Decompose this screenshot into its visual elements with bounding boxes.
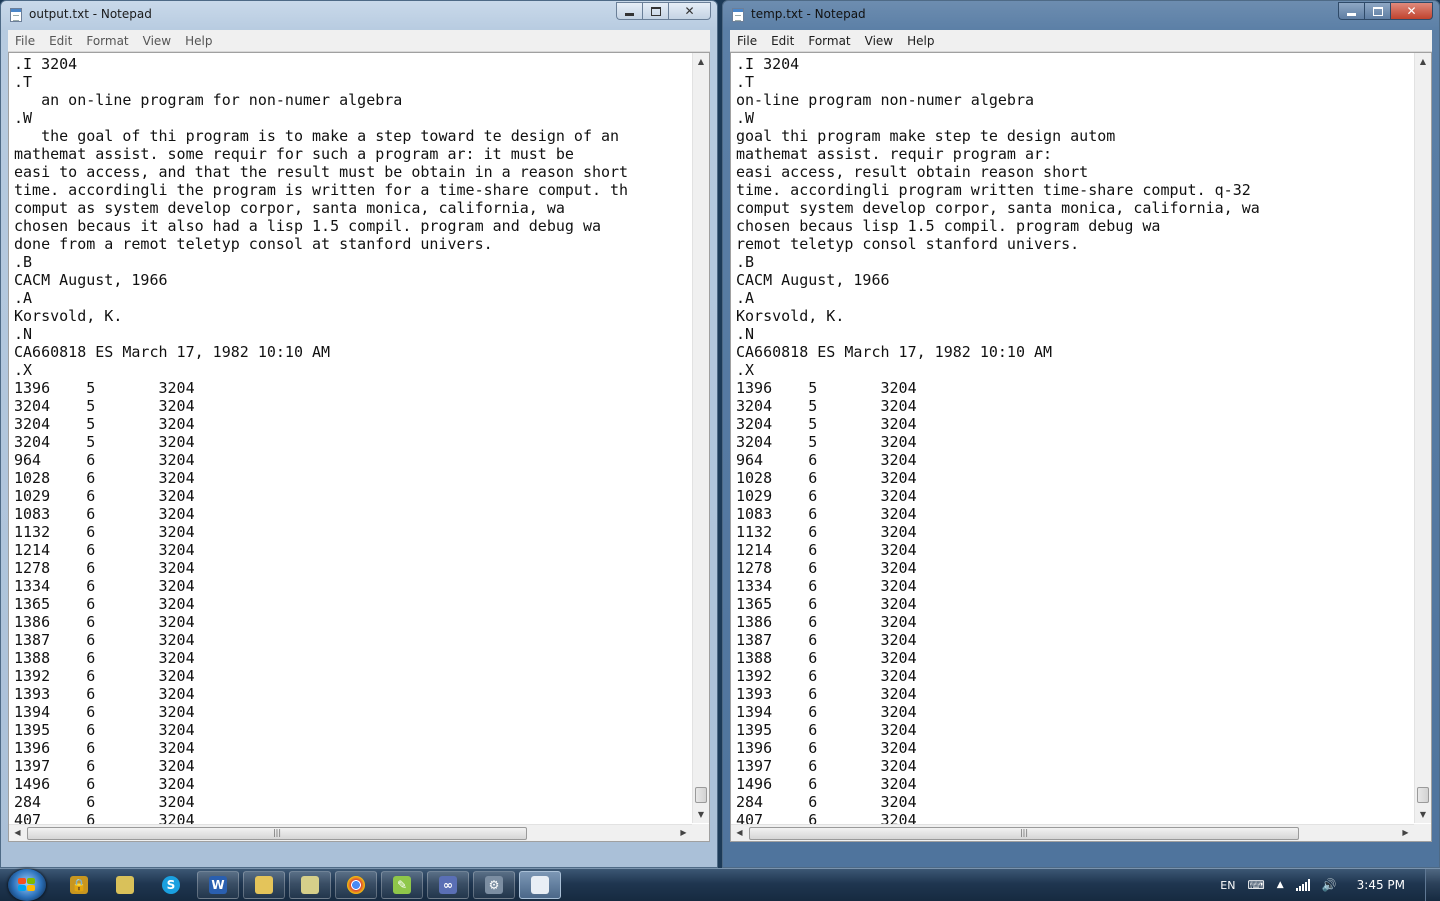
notepad-window-temp[interactable]: temp.txt - Notepad ✕ File Edit Format Vi… xyxy=(722,0,1440,868)
documents-icon xyxy=(301,876,319,894)
notepad-icon[interactable] xyxy=(10,8,22,22)
menu-view[interactable]: View xyxy=(858,34,900,48)
taskbar-chrome[interactable] xyxy=(335,871,377,899)
taskbar-skype[interactable]: S xyxy=(150,871,192,899)
menu-format[interactable]: Format xyxy=(801,34,857,48)
taskbar-folder-app[interactable] xyxy=(104,871,146,899)
notepad-icon[interactable] xyxy=(732,8,744,22)
minimize-icon xyxy=(1347,12,1356,16)
taskbar-lock-app[interactable]: 🔒 xyxy=(58,871,100,899)
start-button[interactable] xyxy=(8,869,46,901)
minimize-icon xyxy=(625,12,634,16)
explorer-icon xyxy=(255,876,273,894)
window-title: output.txt - Notepad xyxy=(29,7,152,21)
maximize-button[interactable] xyxy=(642,2,668,20)
title-bar[interactable]: output.txt - Notepad ✕ xyxy=(1,1,717,29)
taskbar-documents[interactable] xyxy=(289,871,331,899)
notepad-window-output[interactable]: output.txt - Notepad ✕ File Edit Format … xyxy=(0,0,718,868)
notepad-plus-icon: ✎ xyxy=(393,876,411,894)
document-text[interactable]: .I 3204 .T on-line program non-numer alg… xyxy=(736,55,1260,829)
size-grip[interactable] xyxy=(1414,824,1431,841)
menu-edit[interactable]: Edit xyxy=(42,34,79,48)
horizontal-scrollbar[interactable]: ◀ ||| ▶ xyxy=(9,824,692,841)
vertical-scrollbar[interactable]: ▲ ▼ xyxy=(1414,53,1431,823)
lock-app-icon: 🔒 xyxy=(70,876,88,894)
taskbar-visual-studio[interactable]: ∞ xyxy=(427,871,469,899)
menu-format[interactable]: Format xyxy=(79,34,135,48)
show-hidden-icons-icon[interactable]: ▲ xyxy=(1277,880,1284,890)
scroll-right-icon[interactable]: ▶ xyxy=(675,825,692,841)
keyboard-icon[interactable]: ⌨ xyxy=(1247,878,1264,892)
taskbar-notepad[interactable] xyxy=(519,871,561,899)
taskbar-notepad-plus[interactable]: ✎ xyxy=(381,871,423,899)
scroll-left-icon[interactable]: ◀ xyxy=(731,825,748,841)
visual-studio-icon: ∞ xyxy=(439,876,457,894)
close-button[interactable]: ✕ xyxy=(1390,2,1433,20)
scroll-up-icon[interactable]: ▲ xyxy=(693,53,709,70)
close-icon: ✕ xyxy=(1406,4,1417,18)
menu-file[interactable]: File xyxy=(8,34,42,48)
minimize-button[interactable] xyxy=(1338,2,1364,20)
horizontal-scrollbar[interactable]: ◀ ||| ▶ xyxy=(731,824,1414,841)
scroll-down-icon[interactable]: ▼ xyxy=(693,806,709,823)
taskbar: 🔒 S W ✎ ∞ ⚙ EN ⌨ ▲ 🔊 3:45 PM xyxy=(0,868,1440,901)
window-title: temp.txt - Notepad xyxy=(751,7,866,21)
scroll-up-icon[interactable]: ▲ xyxy=(1415,53,1431,70)
volume-icon[interactable]: 🔊 xyxy=(1322,878,1337,892)
horizontal-scroll-thumb[interactable]: ||| xyxy=(27,827,527,840)
maximize-button[interactable] xyxy=(1364,2,1390,20)
menu-file[interactable]: File xyxy=(730,34,764,48)
menu-help[interactable]: Help xyxy=(178,34,219,48)
size-grip[interactable] xyxy=(692,824,709,841)
menu-bar: File Edit Format View Help xyxy=(730,30,1432,52)
text-editor-area[interactable]: .I 3204 .T on-line program non-numer alg… xyxy=(730,52,1432,842)
system-tray: EN ⌨ ▲ 🔊 3:45 PM xyxy=(1220,869,1440,901)
close-button[interactable]: ✕ xyxy=(668,2,711,20)
menu-edit[interactable]: Edit xyxy=(764,34,801,48)
menu-bar: File Edit Format View Help xyxy=(8,30,710,52)
windows-logo-icon xyxy=(18,878,36,892)
title-bar[interactable]: temp.txt - Notepad ✕ xyxy=(723,1,1439,29)
language-indicator[interactable]: EN xyxy=(1220,879,1235,892)
vmware-icon: ⚙ xyxy=(485,876,503,894)
taskbar-explorer[interactable] xyxy=(243,871,285,899)
scroll-down-icon[interactable]: ▼ xyxy=(1415,806,1431,823)
skype-icon: S xyxy=(162,876,180,894)
clock[interactable]: 3:45 PM xyxy=(1357,878,1405,892)
word-icon: W xyxy=(209,876,227,894)
maximize-icon xyxy=(1372,6,1383,16)
menu-view[interactable]: View xyxy=(136,34,178,48)
text-editor-area[interactable]: .I 3204 .T an on-line program for non-nu… xyxy=(8,52,710,842)
horizontal-scroll-thumb[interactable]: ||| xyxy=(749,827,1299,840)
network-signal-icon[interactable] xyxy=(1295,879,1310,891)
close-icon: ✕ xyxy=(684,4,695,18)
notepad-icon xyxy=(531,876,549,894)
maximize-icon xyxy=(650,6,661,16)
scroll-left-icon[interactable]: ◀ xyxy=(9,825,26,841)
taskbar-vmware[interactable]: ⚙ xyxy=(473,871,515,899)
folder-app-icon xyxy=(116,876,134,894)
scroll-right-icon[interactable]: ▶ xyxy=(1397,825,1414,841)
minimize-button[interactable] xyxy=(616,2,642,20)
taskbar-word[interactable]: W xyxy=(197,871,239,899)
menu-help[interactable]: Help xyxy=(900,34,941,48)
vertical-scroll-thumb[interactable] xyxy=(695,787,707,803)
vertical-scroll-thumb[interactable] xyxy=(1417,787,1429,803)
document-text[interactable]: .I 3204 .T an on-line program for non-nu… xyxy=(14,55,628,829)
chrome-icon xyxy=(347,876,365,894)
vertical-scrollbar[interactable]: ▲ ▼ xyxy=(692,53,709,823)
show-desktop-button[interactable] xyxy=(1425,869,1440,901)
